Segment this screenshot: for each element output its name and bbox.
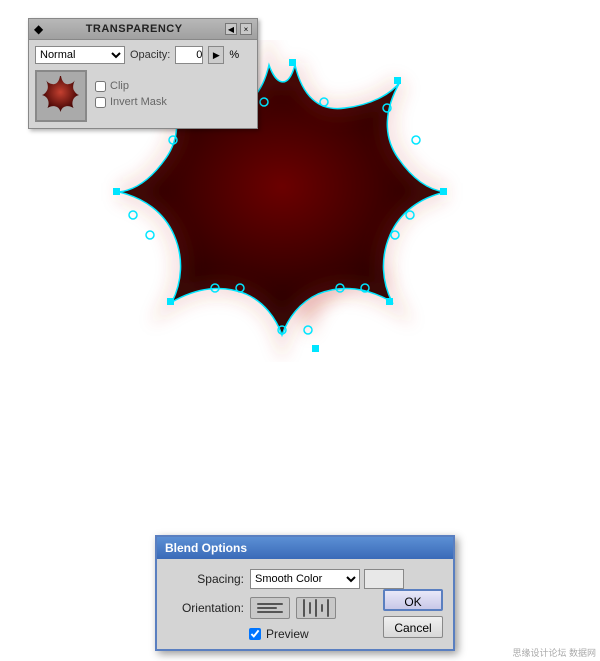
thumbnail [35, 70, 87, 122]
collapse-btn[interactable]: ◀ [225, 23, 237, 35]
close-btn[interactable]: × [240, 23, 252, 35]
spacing-color-box [364, 569, 404, 589]
opacity-arrow-btn[interactable]: ▶ [208, 46, 224, 64]
preview-checkbox[interactable] [249, 628, 261, 640]
watermark: 思缘设计论坛 数据网 [508, 644, 600, 661]
clip-checkbox[interactable] [95, 81, 106, 92]
spacing-label: Spacing: [169, 572, 244, 586]
canvas-area: ◆ TRANSPARENCY ◀ × Normal Multiply Scree… [0, 0, 600, 510]
transparency-content: Normal Multiply Screen Opacity: ▶ % [29, 40, 257, 128]
spacing-row: Spacing: Smooth Color Specified Steps Sp… [169, 569, 441, 589]
transparency-icon: ◆ [34, 22, 43, 36]
transparency-panel: ◆ TRANSPARENCY ◀ × Normal Multiply Scree… [28, 18, 258, 129]
opacity-input[interactable] [175, 46, 203, 64]
ok-button[interactable]: OK [383, 589, 443, 611]
blend-options-dialog: Blend Options OK Cancel Spacing: Smooth … [155, 535, 455, 651]
clip-row: Clip [95, 80, 167, 92]
invert-mask-row: Invert Mask [95, 96, 167, 108]
dialog-buttons: OK Cancel [383, 589, 443, 638]
clip-label: Clip [110, 80, 129, 92]
cancel-button[interactable]: Cancel [383, 616, 443, 638]
opacity-label: Opacity: [130, 49, 170, 61]
blend-mode-select[interactable]: Normal Multiply Screen [35, 46, 125, 64]
orientation-label: Orientation: [169, 601, 244, 615]
blend-mode-row: Normal Multiply Screen Opacity: ▶ % [35, 46, 251, 64]
invert-mask-checkbox[interactable] [95, 97, 106, 108]
opacity-percent: % [229, 49, 239, 61]
orientation-vertical-btn[interactable] [296, 597, 336, 619]
thumbnail-row: Clip Invert Mask [35, 70, 251, 122]
spacing-select[interactable]: Smooth Color Specified Steps Specified D… [250, 569, 360, 589]
invert-mask-label: Invert Mask [110, 96, 167, 108]
transparency-title-bar: ◆ TRANSPARENCY ◀ × [29, 19, 257, 40]
orientation-horizontal-btn[interactable] [250, 597, 290, 619]
preview-label: Preview [266, 627, 309, 641]
transparency-title: TRANSPARENCY [86, 23, 183, 35]
clip-section: Clip Invert Mask [95, 70, 167, 108]
blend-dialog-content: OK Cancel Spacing: Smooth Color Specifie… [157, 559, 453, 649]
blend-dialog-title: Blend Options [157, 537, 453, 559]
